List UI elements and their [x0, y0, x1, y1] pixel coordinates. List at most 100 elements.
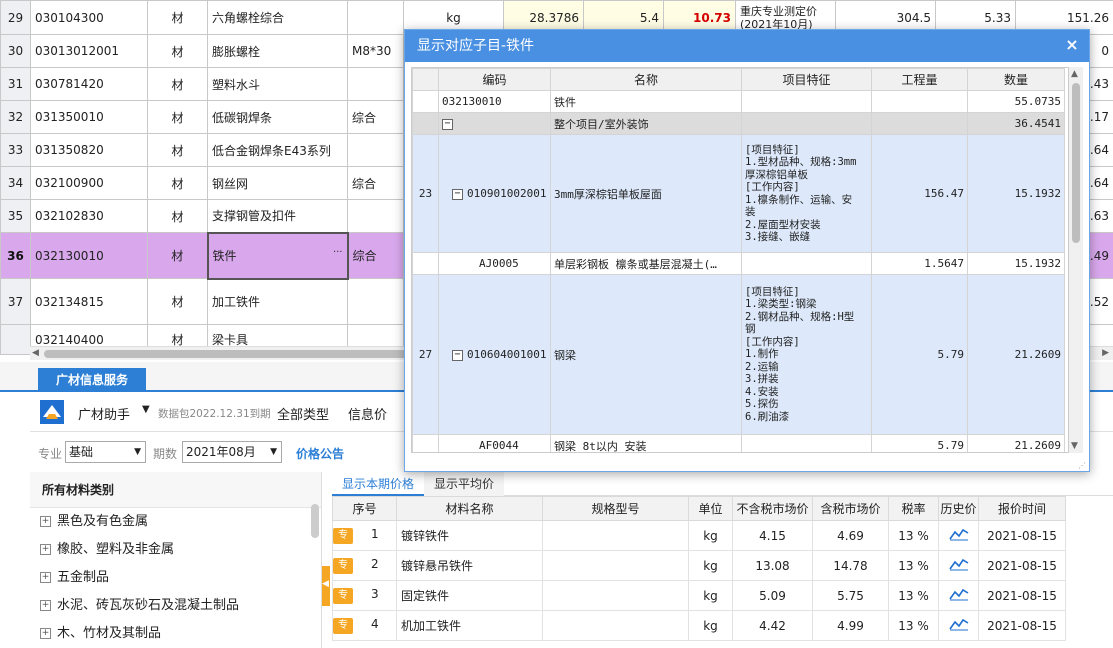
sub-item-row[interactable]: AJ0005 单层彩钢板 檩条或基层混凝土(… 1.5647 15.1932 [412, 252, 1065, 275]
material-type[interactable]: 材 [147, 278, 208, 325]
amount[interactable]: 21.2609 [967, 274, 1065, 435]
sub-item-feature[interactable] [741, 434, 872, 452]
chevron-down-icon[interactable]: ▼ [142, 404, 150, 415]
trend-chart-icon[interactable] [948, 557, 969, 571]
material-name[interactable]: 膨胀螺栓 [207, 34, 348, 68]
panel-splitter[interactable]: ◀ [322, 566, 330, 606]
sub-item-row[interactable]: 27−010604001001 钢梁 [项目特征] 1.梁类型:钢梁 2.钢材品种、… [412, 274, 1065, 435]
price-column-header[interactable]: 报价时间 [978, 496, 1066, 521]
price-column-header[interactable]: 历史价 [938, 496, 979, 521]
material-spec[interactable] [347, 278, 404, 325]
material-spec[interactable]: M8*30 [347, 34, 404, 68]
all-types-link[interactable]: 全部类型 [277, 404, 329, 423]
sub-item-code[interactable]: −010604001001 [438, 274, 551, 435]
material-code[interactable]: 03013012001 [30, 34, 148, 68]
price-row[interactable]: 专 1 镀锌铁件 kg 4.15 4.69 13 % 2021-08-15 [332, 520, 1066, 551]
dialog-vertical-scrollbar[interactable]: ▲ ▼ [1069, 67, 1083, 453]
price-column-header[interactable]: 含税市场价 [812, 496, 889, 521]
scroll-right-icon[interactable]: ▶ [1102, 348, 1109, 358]
price-column-header[interactable]: 规格型号 [542, 496, 689, 521]
price-column-header[interactable]: 单位 [688, 496, 733, 521]
expand-plus-icon[interactable]: + [40, 544, 51, 555]
material-name[interactable]: 钢丝网 [207, 166, 348, 200]
material-type[interactable]: 材 [147, 100, 208, 134]
material-type[interactable]: 材 [147, 133, 208, 167]
price-row[interactable]: 专 2 镀锌悬吊铁件 kg 13.08 14.78 13 % 2021-08-15 [332, 550, 1066, 581]
tab-material-info-service[interactable]: 广材信息服务 [38, 368, 146, 392]
price-column-header[interactable]: 不含税市场价 [732, 496, 813, 521]
dialog-column-header[interactable]: 项目特征 [741, 68, 872, 91]
scrollbar-thumb[interactable] [311, 504, 319, 538]
dialog-column-header[interactable]: 编码 [438, 68, 551, 91]
sub-item-row[interactable]: − 整个项目/室外装饰 36.4541 [412, 112, 1065, 135]
expand-plus-icon[interactable]: + [40, 628, 51, 639]
category-item[interactable]: + 黑色及有色金属 [30, 508, 321, 536]
material-name[interactable]: 塑料水斗 [207, 67, 348, 101]
sub-item-name[interactable]: 3mm厚深棕铝单板屋面 [550, 134, 742, 253]
assistant-label[interactable]: 广材助手 [78, 404, 130, 423]
trend-chart-icon[interactable] [948, 527, 969, 541]
material-type[interactable]: 材 [147, 0, 208, 35]
expand-plus-icon[interactable]: + [40, 600, 51, 611]
history-price-cell[interactable] [938, 550, 979, 581]
material-type[interactable]: 材 [147, 67, 208, 101]
material-code[interactable]: 030781420 [30, 67, 148, 101]
material-name[interactable]: 铁件 ··· [206, 231, 349, 280]
collapse-minus-icon[interactable]: − [452, 188, 463, 200]
sub-item-feature[interactable]: [项目特征] 1.型材品种、规格:3mm 厚深棕铝单板 [工作内容] 1.檩条制… [741, 134, 872, 253]
scroll-up-icon[interactable]: ▲ [1071, 69, 1078, 79]
work-quantity[interactable] [871, 112, 968, 135]
work-quantity[interactable]: 5.79 [871, 434, 968, 452]
sub-item-name[interactable]: 铁件 [550, 90, 742, 113]
sub-item-feature[interactable] [741, 90, 872, 113]
amount[interactable]: 21.2609 [967, 434, 1065, 452]
amount[interactable]: 36.4541 [967, 112, 1065, 135]
tab-current-price[interactable]: 显示本期价格 [332, 472, 425, 496]
amount[interactable]: 15.1932 [967, 134, 1065, 253]
sub-item-name[interactable]: 钢梁 [550, 274, 742, 435]
sub-item-name[interactable]: 钢梁 8t以内 安装 [550, 434, 742, 452]
material-code[interactable]: 032100900 [30, 166, 148, 200]
sub-item-row[interactable]: AF0044 钢梁 8t以内 安装 5.79 21.2609 [412, 434, 1065, 452]
major-select[interactable]: 基础 ▼ [65, 441, 146, 463]
material-code[interactable]: 032134815 [30, 278, 148, 325]
scrollbar-thumb[interactable] [44, 350, 430, 358]
category-item[interactable]: + 木、竹材及其制品 [30, 620, 321, 648]
dialog-column-header[interactable]: 数量 [967, 68, 1065, 91]
sub-item-code[interactable]: − [438, 112, 551, 135]
sub-item-feature[interactable]: [项目特征] 1.梁类型:钢梁 2.钢材品种、规格:H型 钢 [工作内容] 1.… [741, 274, 872, 435]
work-quantity[interactable]: 1.5647 [871, 252, 968, 275]
dialog-column-header[interactable]: 名称 [550, 68, 742, 91]
material-name[interactable]: 支撑钢管及扣件 [207, 199, 348, 233]
history-price-cell[interactable] [938, 610, 979, 641]
expand-plus-icon[interactable]: + [40, 572, 51, 583]
price-column-header[interactable]: 税率 [888, 496, 939, 521]
collapse-left-icon[interactable]: ◀ [322, 579, 329, 589]
trend-chart-icon[interactable] [948, 587, 969, 601]
material-spec[interactable]: 综合 [347, 232, 404, 279]
sub-item-feature[interactable] [741, 112, 872, 135]
material-spec[interactable] [347, 0, 404, 35]
material-spec[interactable] [347, 133, 404, 167]
sub-item-code[interactable]: 032130010 [438, 90, 551, 113]
material-type[interactable]: 材 [147, 199, 208, 233]
material-type[interactable]: 材 [147, 166, 208, 200]
scrollbar-thumb[interactable] [1072, 83, 1080, 243]
sub-item-code[interactable]: AJ0005 [438, 252, 551, 275]
history-price-cell[interactable] [938, 520, 979, 551]
material-name[interactable]: 加工铁件 [207, 278, 348, 325]
category-item[interactable]: + 水泥、砖瓦灰砂石及混凝土制品 [30, 592, 321, 620]
more-icon[interactable]: ··· [333, 247, 343, 258]
material-name[interactable]: 六角螺栓综合 [207, 0, 348, 35]
expand-plus-icon[interactable]: + [40, 516, 51, 527]
price-announcement-link[interactable]: 价格公告 [296, 445, 344, 462]
category-item[interactable]: + 橡胶、塑料及非金属 [30, 536, 321, 564]
scroll-left-icon[interactable]: ◀ [32, 348, 39, 358]
sub-item-row[interactable]: 032130010 铁件 55.0735 [412, 90, 1065, 113]
amount[interactable]: 55.0735 [967, 90, 1065, 113]
work-quantity[interactable] [871, 90, 968, 113]
price-row[interactable]: 专 3 固定铁件 kg 5.09 5.75 13 % 2021-08-15 [332, 580, 1066, 611]
work-quantity[interactable]: 5.79 [871, 274, 968, 435]
price-column-header[interactable]: 序号 [332, 496, 397, 521]
info-price-link[interactable]: 信息价 [348, 404, 387, 423]
